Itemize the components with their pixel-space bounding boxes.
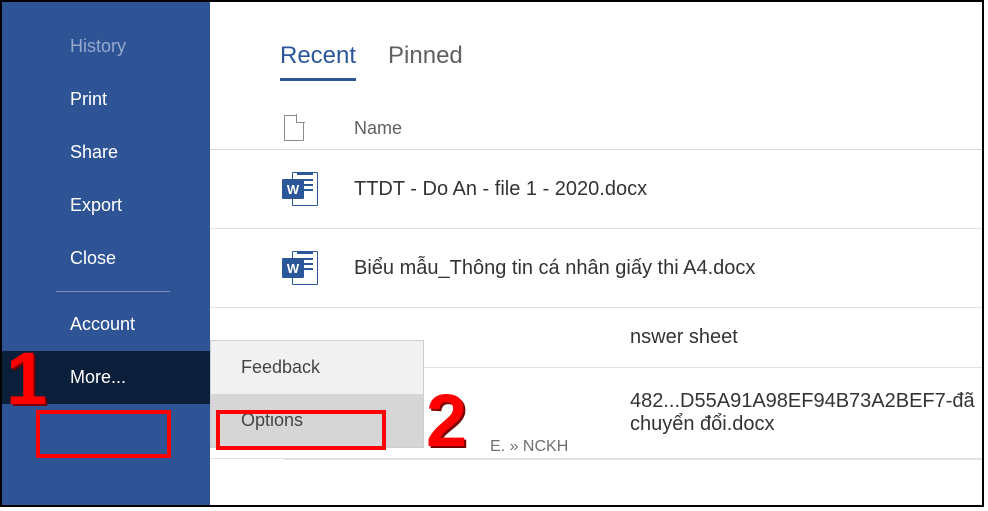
tabs: Recent Pinned: [210, 42, 982, 81]
name-column-header[interactable]: Name: [354, 118, 402, 139]
sidebar-item-share[interactable]: Share: [2, 126, 210, 179]
list-item[interactable]: W Biểu mẫu_Thông tin cá nhân giấy thi A4…: [210, 229, 982, 308]
word-document-icon: W: [284, 172, 318, 206]
sidebar-item-close[interactable]: Close: [2, 232, 210, 285]
file-name: TTDT - Do An - file 1 - 2020.docx: [354, 178, 647, 201]
document-icon: [284, 115, 304, 141]
backstage-sidebar: History Print Share Export Close Account…: [2, 2, 210, 505]
sidebar-item-export[interactable]: Export: [2, 179, 210, 232]
list-item[interactable]: W TTDT - Do An - file 1 - 2020.docx: [210, 150, 982, 229]
sidebar-item-account[interactable]: Account: [2, 298, 210, 351]
more-popup: Feedback Options: [210, 340, 424, 448]
tab-pinned[interactable]: Pinned: [388, 42, 463, 81]
sidebar-item-history[interactable]: History: [2, 20, 210, 73]
file-name: nswer sheet: [630, 326, 738, 349]
tab-recent[interactable]: Recent: [280, 42, 356, 81]
list-header: Name: [210, 105, 982, 150]
sidebar-separator: [56, 291, 170, 292]
sidebar-item-print[interactable]: Print: [2, 73, 210, 126]
popup-item-feedback[interactable]: Feedback: [211, 341, 423, 394]
file-path: E. » NCKH: [490, 438, 982, 456]
file-name: Biểu mẫu_Thông tin cá nhân giấy thi A4.d…: [354, 257, 755, 280]
popup-item-options[interactable]: Options: [211, 394, 423, 447]
file-name: 482...D55A91A98EF94B73A2BEF7-đã chuyển đ…: [630, 390, 982, 436]
word-document-icon: W: [284, 251, 318, 285]
sidebar-item-more[interactable]: More...: [2, 351, 210, 404]
